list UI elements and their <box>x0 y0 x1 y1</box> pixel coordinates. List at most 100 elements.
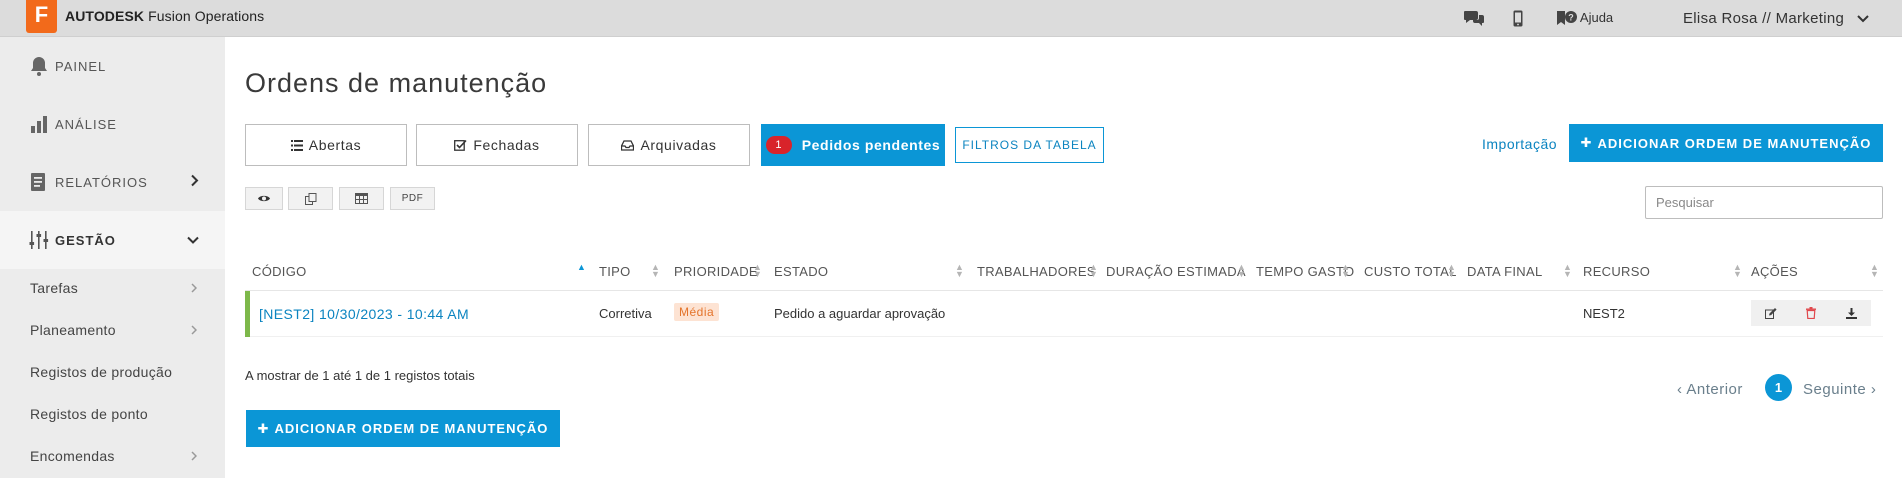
column-header-recurso[interactable]: RECURSO <box>1583 264 1650 279</box>
user-label: Elisa Rosa // Marketing <box>1683 10 1845 27</box>
sidebar-item-relatorios[interactable]: RELATÓRIOS <box>0 153 225 211</box>
sidebar-item-label: PAINEL <box>55 58 107 74</box>
brand-name: AUTODESK Fusion Operations <box>65 8 264 24</box>
sidebar-subitem-registos-producao[interactable]: Registos de produção <box>0 351 225 393</box>
top-bar: F AUTODESK Fusion Operations ? Ajuda Eli… <box>0 0 1902 37</box>
add-maintenance-order-button[interactable]: ✚ ADICIONAR ORDEM DE MANUTENÇÃO <box>1569 124 1883 162</box>
pagination-page-1[interactable]: 1 <box>1765 374 1792 401</box>
sort-icon[interactable]: ▲ ▼ <box>1870 263 1879 279</box>
inbox-icon <box>621 139 635 151</box>
column-header-codigo[interactable]: CÓDIGO <box>252 264 307 279</box>
column-header-custo-total[interactable]: CUSTO TOTAL <box>1364 264 1457 279</box>
sidebar-subitem-label: Registos de ponto <box>30 406 148 422</box>
priority-badge: Média <box>674 303 720 321</box>
column-header-data-final[interactable]: DATA FINAL <box>1467 264 1542 279</box>
sidebar-subitem-planeamento[interactable]: Planeamento <box>0 309 225 351</box>
sidebar-item-analise[interactable]: ANÁLISE <box>0 95 225 153</box>
tab-label: Fechadas <box>473 137 540 153</box>
sidebar-subitem-label: Tarefas <box>30 280 79 296</box>
help-label: Ajuda <box>1579 10 1614 25</box>
sort-icon[interactable]: ▲ ▼ <box>651 263 660 279</box>
column-visibility-button[interactable] <box>245 187 283 210</box>
bar-chart-icon <box>28 113 50 135</box>
row-status-indicator <box>245 291 250 337</box>
sidebar-subitem-tarefas[interactable]: Tarefas <box>0 267 225 309</box>
add-button-label: ADICIONAR ORDEM DE MANUTENÇÃO <box>274 421 549 436</box>
sidebar-subitem-label: Encomendas <box>30 448 115 464</box>
column-header-tipo[interactable]: TIPO <box>599 264 631 279</box>
list-icon <box>290 139 303 151</box>
tab-fechadas[interactable]: Fechadas <box>416 124 578 166</box>
sort-icon[interactable]: ▲ ▼ <box>753 263 762 279</box>
table-filters-button[interactable]: FILTROS DA TABELA <box>955 127 1104 163</box>
sort-icon[interactable]: ▲ ▼ <box>1341 263 1350 279</box>
edit-icon <box>1765 307 1777 319</box>
sort-icon[interactable]: ▲ ▼ <box>1447 263 1456 279</box>
page-title: Ordens de manutenção <box>245 68 548 98</box>
cell-status: Pedido a aguardar aprovação <box>774 306 946 321</box>
column-header-tempo-gasto[interactable]: TEMPO GASTO <box>1256 264 1354 279</box>
column-header-trabalhadores[interactable]: TRABALHADORES <box>977 264 1096 279</box>
check-square-icon <box>454 139 467 151</box>
column-header-prioridade[interactable]: PRIORIDADE <box>674 264 758 279</box>
add-button-label: ADICIONAR ORDEM DE MANUTENÇÃO <box>1597 135 1872 151</box>
sidebar-item-label: RELATÓRIOS <box>55 174 148 190</box>
copy-button[interactable] <box>288 187 333 210</box>
add-maintenance-order-button-bottom[interactable]: ✚ ADICIONAR ORDEM DE MANUTENÇÃO <box>246 410 560 447</box>
eye-icon <box>258 195 270 202</box>
pagination-previous[interactable]: ‹ Anterior <box>1677 381 1743 398</box>
copy-icon <box>304 192 316 205</box>
sort-icon[interactable]: ▲ ▼ <box>955 263 964 279</box>
pending-count-badge: 1 <box>765 136 792 154</box>
sort-icon[interactable]: ▲ ▼ <box>1237 263 1246 279</box>
column-header-acoes[interactable]: AÇÕES <box>1751 264 1798 279</box>
sort-icon[interactable]: ▲ ▼ <box>1733 263 1742 279</box>
sidebar-item-painel[interactable]: PAINEL <box>0 37 225 95</box>
chevron-right-icon <box>191 174 199 190</box>
chat-icon[interactable] <box>1463 8 1485 28</box>
report-icon <box>28 171 50 193</box>
sort-icon[interactable]: ▲ ▼ <box>1563 263 1572 279</box>
chevron-down-icon <box>187 233 199 248</box>
download-button[interactable] <box>1831 300 1871 326</box>
sidebar-item-gestao[interactable]: GESTÃO <box>0 211 225 269</box>
column-header-estado[interactable]: ESTADO <box>774 264 828 279</box>
table-row <box>245 291 1883 337</box>
sidebar: PAINEL ANÁLISE RELATÓRIOS GESTÃO Tarefas… <box>0 37 225 478</box>
sort-icon[interactable]: ▲ ▼ <box>1089 263 1098 279</box>
sidebar-subitem-registos-ponto[interactable]: Registos de ponto <box>0 393 225 435</box>
tab-arquivadas[interactable]: Arquivadas <box>588 124 750 166</box>
app-logo[interactable]: F <box>26 0 57 33</box>
tab-pedidos-pendentes[interactable]: 1 Pedidos pendentes <box>761 124 945 166</box>
brand-bold: AUTODESK <box>65 8 145 24</box>
mobile-icon[interactable] <box>1507 8 1529 28</box>
export-pdf-button[interactable]: PDF <box>390 187 435 210</box>
plus-icon: ✚ <box>1580 135 1593 150</box>
sort-asc-icon[interactable]: ▲ <box>577 263 586 272</box>
help-link[interactable]: ? Ajuda <box>1565 10 1613 25</box>
download-icon <box>1845 307 1857 319</box>
edit-button[interactable] <box>1751 300 1791 326</box>
chevron-right-icon <box>191 322 198 338</box>
pagination-next-label: Seguinte <box>1803 381 1867 398</box>
column-header-duracao-estimada[interactable]: DURAÇÃO ESTIMADA <box>1106 264 1246 279</box>
chevron-right-icon: › <box>1870 381 1877 398</box>
cell-type: Corretiva <box>599 306 652 321</box>
order-code-link[interactable]: [NEST2] 10/30/2023 - 10:44 AM <box>259 306 469 322</box>
tab-abertas[interactable]: Abertas <box>245 124 407 166</box>
sidebar-subitem-label: Registos de produção <box>30 364 173 380</box>
chevron-down-icon <box>1856 15 1869 23</box>
question-icon: ? <box>1565 11 1577 23</box>
import-link[interactable]: Importação <box>1482 136 1557 152</box>
tab-label: Pedidos pendentes <box>801 137 941 153</box>
cell-resource: NEST2 <box>1583 306 1625 321</box>
pagination-next[interactable]: Seguinte › <box>1803 381 1876 398</box>
search-input[interactable] <box>1645 186 1883 219</box>
export-excel-button[interactable] <box>339 187 384 210</box>
sliders-icon <box>28 229 50 251</box>
sidebar-subitem-label: Planeamento <box>30 322 116 338</box>
user-menu[interactable]: Elisa Rosa // Marketing <box>1683 10 1869 27</box>
sidebar-subitem-encomendas[interactable]: Encomendas <box>0 435 225 477</box>
records-summary: A mostrar de 1 até 1 de 1 registos totai… <box>245 368 475 383</box>
delete-button[interactable] <box>1791 300 1831 326</box>
